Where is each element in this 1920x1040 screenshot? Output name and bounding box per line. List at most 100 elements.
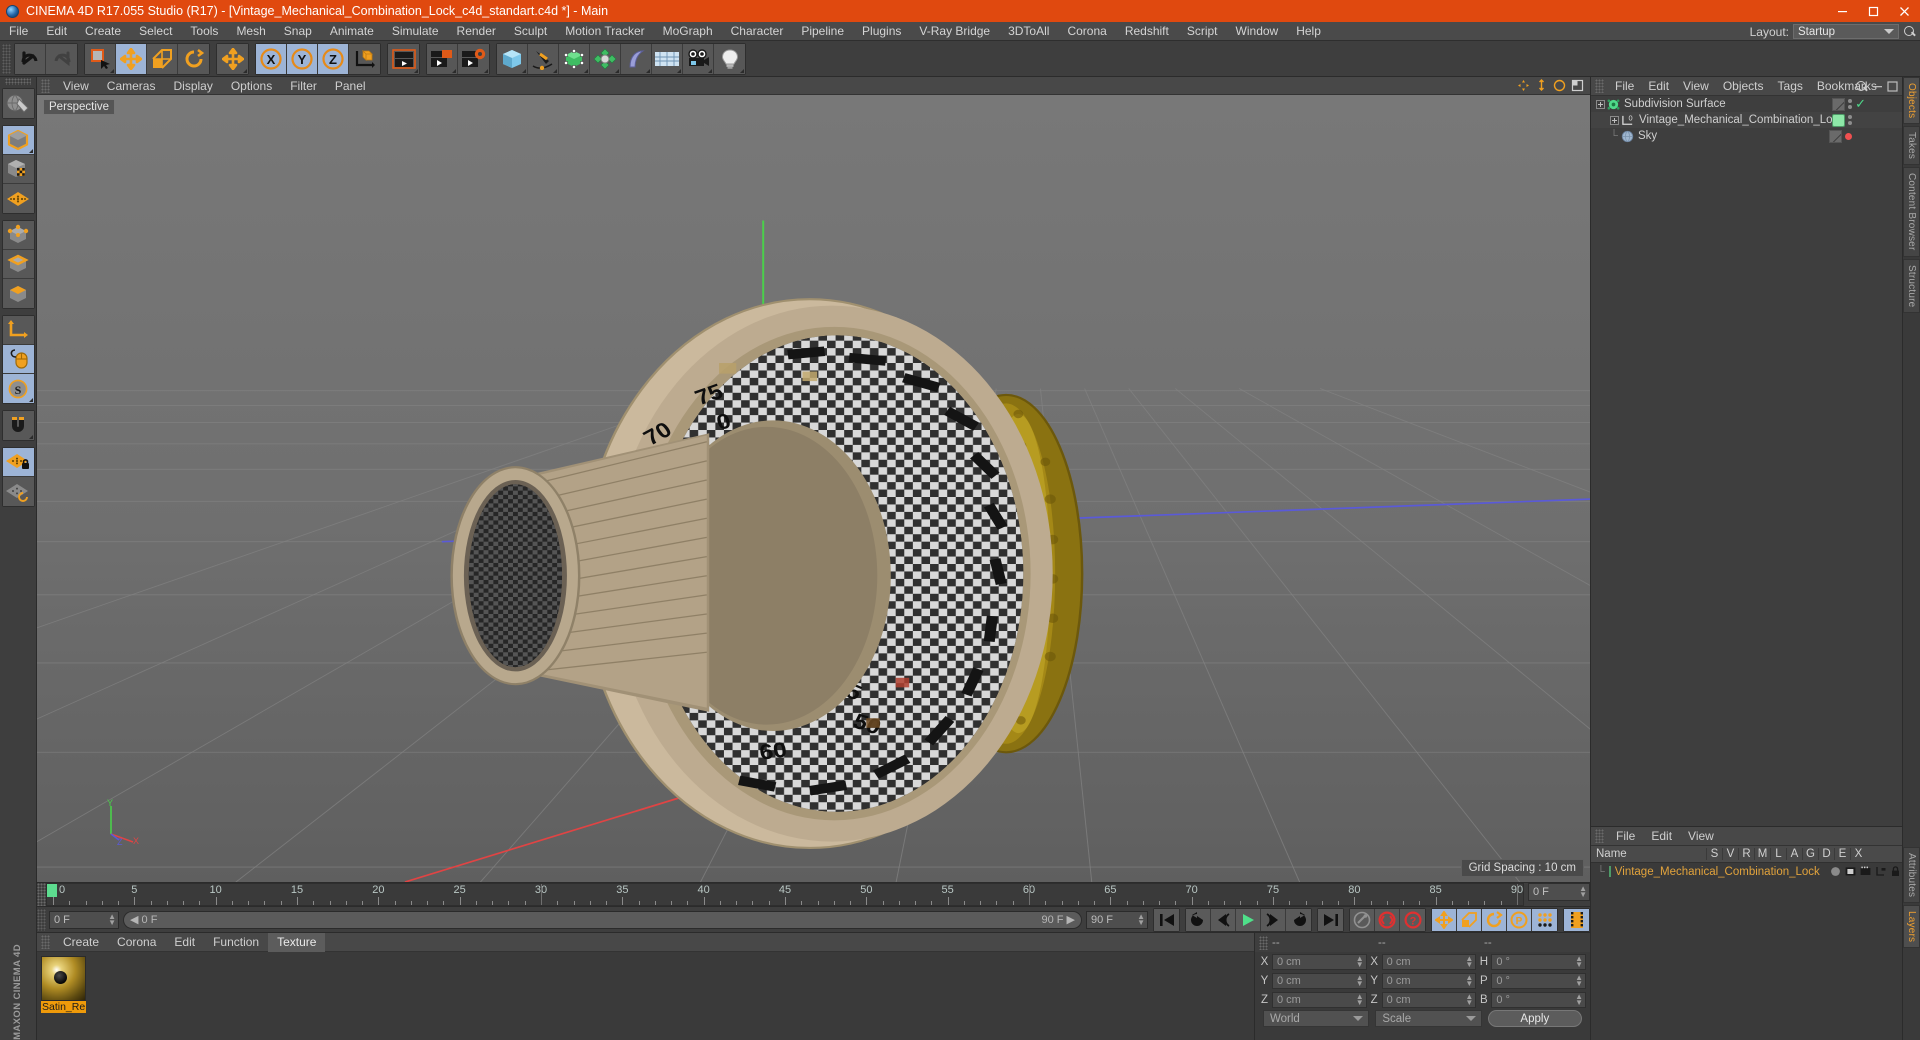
material-menu-function[interactable]: Function bbox=[204, 933, 268, 952]
coord-input-rot-b[interactable]: 0 °▲▼ bbox=[1491, 992, 1586, 1008]
menu-item-vray-bridge[interactable]: V-Ray Bridge bbox=[910, 22, 999, 41]
timeline-ruler-bar[interactable]: 051015202530354045505560657075808590 0 F… bbox=[37, 882, 1590, 906]
layer-menu-file[interactable]: File bbox=[1608, 827, 1643, 846]
material-sphere-icon[interactable] bbox=[41, 956, 86, 1001]
current-frame-input[interactable]: 0 F ▲▼ bbox=[49, 911, 119, 929]
menu-item-plugins[interactable]: Plugins bbox=[853, 22, 910, 41]
material-menu-corona[interactable]: Corona bbox=[108, 933, 165, 952]
scale-tool-button[interactable] bbox=[147, 44, 178, 74]
object-manager-icons[interactable] bbox=[1855, 80, 1898, 93]
check-icon[interactable]: ✓ bbox=[1855, 99, 1866, 109]
toolbar-grip[interactable] bbox=[2, 44, 11, 74]
spinner-icon[interactable]: ▲▼ bbox=[1465, 975, 1473, 987]
object-tree[interactable]: Subdivision Surface ✓ 0 Vintage_Mechanic… bbox=[1591, 96, 1902, 826]
expand-toggle[interactable] bbox=[1607, 116, 1621, 125]
window-controls[interactable] bbox=[1827, 0, 1920, 22]
object-menu-tags[interactable]: Tags bbox=[1771, 77, 1810, 96]
workplane-button[interactable] bbox=[3, 184, 34, 213]
spinner-icon[interactable]: ▲▼ bbox=[1137, 914, 1145, 926]
add-generator-button[interactable] bbox=[559, 44, 590, 74]
menu-item-help[interactable]: Help bbox=[1287, 22, 1330, 41]
object-axis-button[interactable] bbox=[3, 316, 34, 345]
goto-start-button[interactable] bbox=[1154, 909, 1179, 931]
menu-item-window[interactable]: Window bbox=[1227, 22, 1288, 41]
material-menu-grip[interactable] bbox=[41, 935, 50, 949]
left-tool-palette[interactable]: S MAXON CINEMA 4D bbox=[0, 77, 37, 1040]
tab-attributes[interactable]: Attributes bbox=[1903, 847, 1920, 903]
tab-content-browser[interactable]: Content Browser bbox=[1903, 167, 1920, 256]
add-cube-button[interactable] bbox=[497, 44, 528, 74]
move-duplicate-button[interactable] bbox=[217, 44, 248, 74]
material-manager-menu[interactable]: Create Corona Edit Function Texture bbox=[37, 933, 1254, 952]
spinner-icon[interactable]: ▲▼ bbox=[1356, 956, 1364, 968]
menu-item-redshift[interactable]: Redshift bbox=[1116, 22, 1178, 41]
add-camera-button[interactable] bbox=[683, 44, 714, 74]
object-row-sky[interactable]: └ Sky bbox=[1591, 128, 1902, 144]
viewport-menu-view[interactable]: View bbox=[54, 77, 98, 95]
material-menu-edit[interactable]: Edit bbox=[165, 933, 204, 952]
render-dot-icon[interactable] bbox=[1845, 133, 1852, 140]
viewport-menu-bar[interactable]: View Cameras Display Options Filter Pane… bbox=[37, 77, 1590, 95]
snap-magnet-button[interactable] bbox=[3, 411, 34, 440]
viewport-view-label[interactable]: Perspective bbox=[43, 99, 115, 115]
viewport-menu-grip[interactable] bbox=[41, 79, 50, 93]
coord-input-pos-x[interactable]: 0 cm▲▼ bbox=[1272, 954, 1367, 970]
menu-item-animate[interactable]: Animate bbox=[321, 22, 383, 41]
transport-grip[interactable] bbox=[37, 909, 46, 931]
spinner-icon[interactable]: ▲▼ bbox=[1356, 975, 1364, 987]
menu-item-motion-tracker[interactable]: Motion Tracker bbox=[556, 22, 653, 41]
perspective-viewport[interactable]: 75 70 25 0 35 45 60 50 bbox=[37, 95, 1590, 882]
spinner-icon[interactable]: ▲▼ bbox=[1575, 994, 1583, 1006]
menu-item-file[interactable]: File bbox=[0, 22, 37, 41]
timeline-grip[interactable] bbox=[37, 883, 46, 906]
material-menu-texture[interactable]: Texture bbox=[268, 933, 325, 952]
menu-bar[interactable]: File Edit Create Select Tools Mesh Snap … bbox=[0, 22, 1920, 41]
coord-input-rot-p[interactable]: 0 °▲▼ bbox=[1491, 973, 1586, 989]
coord-input-size-x[interactable]: 0 cm▲▼ bbox=[1382, 954, 1477, 970]
spinner-icon[interactable]: ▲▼ bbox=[1579, 886, 1587, 898]
tab-layers[interactable]: Layers bbox=[1903, 905, 1920, 948]
spinner-icon[interactable]: ▲▼ bbox=[1575, 975, 1583, 987]
spinner-icon[interactable]: ▲▼ bbox=[1465, 956, 1473, 968]
right-vertical-tabs[interactable]: Objects Takes Content Browser Structure … bbox=[1902, 77, 1920, 1040]
keyframe-selection-button[interactable]: ? bbox=[1400, 909, 1425, 931]
object-tags[interactable]: ✓ bbox=[1832, 98, 1866, 111]
play-back-loop-button[interactable] bbox=[1186, 909, 1211, 931]
edges-mode-button[interactable] bbox=[3, 250, 34, 279]
material-tag-icon[interactable] bbox=[1832, 114, 1845, 127]
planar-workplane-button[interactable] bbox=[3, 477, 34, 506]
minimize-button[interactable] bbox=[1827, 0, 1858, 22]
model-mode-button[interactable] bbox=[3, 126, 34, 155]
spinner-icon[interactable]: ▲▼ bbox=[1465, 994, 1473, 1006]
move-tool-button[interactable] bbox=[116, 44, 147, 74]
layer-menu-grip[interactable] bbox=[1595, 829, 1604, 843]
object-row-subdivision-surface[interactable]: Subdivision Surface ✓ bbox=[1591, 96, 1902, 112]
viewport-menu-panel[interactable]: Panel bbox=[326, 77, 375, 95]
layer-row[interactable]: └ Vintage_Mechanical_Combination_Lock bbox=[1591, 863, 1902, 880]
timeline-playhead-marker[interactable] bbox=[47, 884, 57, 897]
play-forward-loop-button[interactable] bbox=[1286, 909, 1311, 931]
left-palette-grip[interactable] bbox=[5, 78, 31, 85]
render-settings-button[interactable] bbox=[458, 44, 489, 74]
timeline-ruler[interactable]: 051015202530354045505560657075808590 bbox=[46, 883, 1524, 906]
coordinates-grip[interactable] bbox=[1259, 936, 1268, 950]
menu-item-simulate[interactable]: Simulate bbox=[383, 22, 448, 41]
spinner-icon[interactable]: ▲▼ bbox=[1575, 956, 1583, 968]
menu-item-edit[interactable]: Edit bbox=[37, 22, 76, 41]
menu-item-create[interactable]: Create bbox=[76, 22, 130, 41]
texture-mode-button[interactable] bbox=[3, 155, 34, 184]
polygons-mode-button[interactable] bbox=[3, 279, 34, 308]
menu-item-3dtoall[interactable]: 3DToAll bbox=[999, 22, 1058, 41]
autokey-button[interactable] bbox=[1350, 909, 1375, 931]
menu-item-pipeline[interactable]: Pipeline bbox=[792, 22, 853, 41]
apply-button[interactable]: Apply bbox=[1488, 1010, 1582, 1027]
soft-selection-button[interactable]: S bbox=[3, 374, 34, 403]
menu-item-sculpt[interactable]: Sculpt bbox=[505, 22, 556, 41]
menu-item-select[interactable]: Select bbox=[130, 22, 181, 41]
record-pla-button[interactable] bbox=[1532, 909, 1557, 931]
record-button[interactable] bbox=[1375, 909, 1400, 931]
search-icon[interactable] bbox=[1855, 80, 1868, 93]
menu-item-render[interactable]: Render bbox=[448, 22, 505, 41]
maximize-button[interactable] bbox=[1858, 0, 1889, 22]
world-object-toggle[interactable] bbox=[349, 44, 380, 74]
